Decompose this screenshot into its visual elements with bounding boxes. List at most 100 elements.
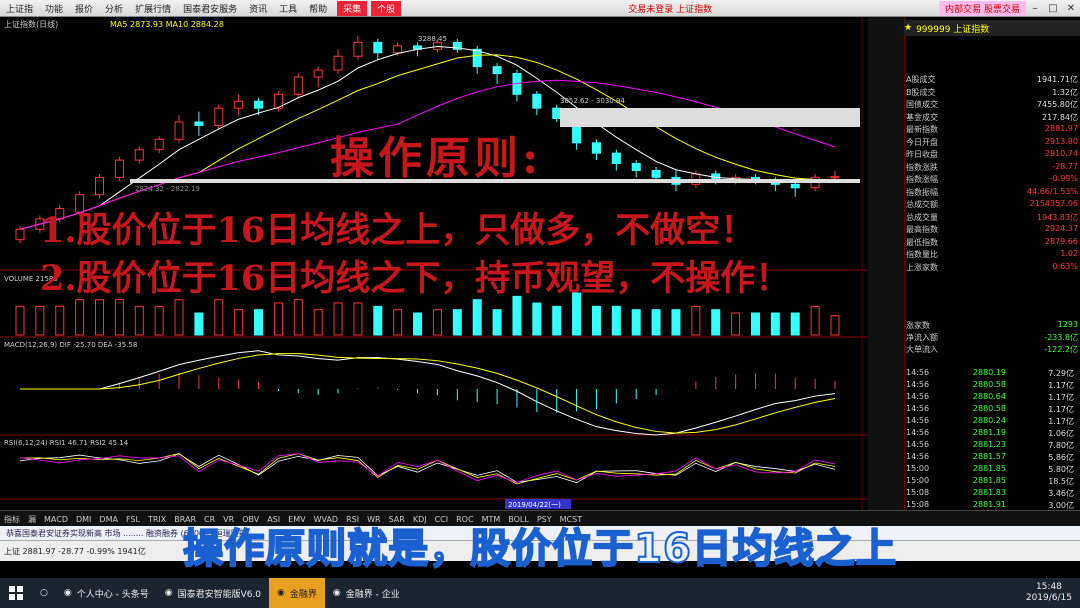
volume-bar bbox=[770, 312, 780, 336]
volume-bar bbox=[790, 312, 800, 336]
quote-row-label: 昨日收盘 bbox=[906, 150, 938, 159]
menu-item-7[interactable]: 工具 bbox=[273, 2, 303, 15]
quote-row-label: 总成交量 bbox=[906, 212, 938, 222]
quote-row-label: 最低指数 bbox=[906, 237, 938, 247]
quote-row-label: 总成交额 bbox=[906, 200, 938, 209]
volume-bar bbox=[174, 299, 184, 336]
maximize-icon[interactable]: □ bbox=[1044, 3, 1062, 14]
tick-time: 15:08 bbox=[906, 488, 930, 497]
windows-icon bbox=[9, 586, 23, 600]
menu-item-6[interactable]: 资讯 bbox=[243, 2, 273, 15]
tick-row: 14:56 2881.57 5.86亿 bbox=[904, 452, 1080, 463]
volume-bar bbox=[75, 299, 85, 336]
candle-body bbox=[393, 45, 403, 54]
tick-price: 2881.83 bbox=[972, 488, 1006, 497]
menu-item-8[interactable]: 帮助 bbox=[303, 2, 333, 15]
tick-price: 2881.57 bbox=[972, 452, 1006, 461]
candle-body bbox=[373, 41, 383, 54]
flow-row-value: -233.8亿 bbox=[1044, 333, 1078, 342]
volume-bar bbox=[591, 305, 601, 336]
indicator-tab[interactable]: 漏 bbox=[24, 514, 40, 525]
low-label: 2824.32 - 2822.19 bbox=[135, 185, 200, 193]
start-button[interactable] bbox=[0, 578, 32, 608]
menu-item-4[interactable]: 扩展行情 bbox=[129, 2, 177, 15]
menu-item-3[interactable]: 分析 bbox=[99, 2, 129, 15]
resistance-band bbox=[560, 108, 860, 127]
tick-time: 14:56 bbox=[906, 428, 930, 437]
menu-item-0[interactable]: 上证指 bbox=[0, 2, 39, 15]
taskbar-clock[interactable]: 15:48 2019/6/15 bbox=[1018, 582, 1080, 604]
tick-price: 2880.58 bbox=[972, 404, 1006, 413]
menu-item-1[interactable]: 功能 bbox=[39, 2, 69, 15]
quote-row: 基金成交 217.84亿 bbox=[904, 112, 1080, 123]
tick-time: 14:56 bbox=[906, 404, 930, 413]
search-icon: ○ bbox=[40, 588, 48, 598]
volume-bar bbox=[631, 309, 641, 336]
quote-row-label: A股成交 bbox=[906, 75, 936, 84]
taskbar-search[interactable]: ○ bbox=[32, 578, 56, 608]
indicator-tab[interactable]: DMI bbox=[72, 515, 95, 524]
tab-stock[interactable]: 个股 bbox=[371, 0, 402, 16]
flow-row: 涨家数 1293 bbox=[904, 320, 1080, 331]
minimize-icon[interactable]: – bbox=[1026, 3, 1044, 14]
rsi-label: RSI(6,12,24) RSI1 46.71 RSI2 45.14 bbox=[4, 439, 129, 447]
quote-row-value: 7455.80亿 bbox=[1036, 100, 1078, 109]
tick-row: 15:00 2881.85 18.5亿 bbox=[904, 476, 1080, 487]
quote-row-label: 最新指数 bbox=[906, 125, 938, 134]
quote-row: 今日开盘 2913.80 bbox=[904, 137, 1080, 148]
tick-row: 15:08 2881.83 3.46亿 bbox=[904, 488, 1080, 499]
candle-body bbox=[15, 228, 25, 241]
taskbar-item-1[interactable]: ◉ 国泰君安智能版V6.0 bbox=[157, 578, 269, 608]
clock-date: 2019/6/15 bbox=[1025, 593, 1072, 603]
candle-body bbox=[313, 69, 323, 78]
indicator-tab[interactable]: 指标 bbox=[0, 514, 24, 525]
volume-bar bbox=[452, 309, 462, 336]
candle-body bbox=[234, 100, 244, 109]
volume-bar bbox=[750, 312, 760, 336]
volume-bar bbox=[333, 302, 343, 336]
quote-row-value: 2881.97 bbox=[1044, 124, 1078, 133]
browser-icon: ◉ bbox=[63, 588, 72, 598]
volume-bar bbox=[611, 305, 621, 336]
trade-link[interactable]: 内部交易 股票交易 bbox=[939, 0, 1026, 16]
tick-time: 14:56 bbox=[906, 392, 930, 401]
indicator-tab[interactable]: MACD bbox=[40, 515, 72, 524]
taskbar-item-3[interactable]: ◉ 金融界 - 企业 bbox=[325, 578, 408, 608]
quote-row-label: 指数涨幅 bbox=[906, 175, 938, 184]
volume-bar bbox=[373, 305, 383, 336]
tick-time: 14:56 bbox=[906, 452, 930, 461]
tick-row: 15:00 2881.85 5.80亿 bbox=[904, 464, 1080, 475]
quote-row-label: 国债成交 bbox=[906, 100, 938, 109]
quote-row: 国债成交 7455.80亿 bbox=[904, 99, 1080, 110]
tick-price: 2880.19 bbox=[972, 368, 1006, 377]
menu-item-5[interactable]: 国泰君安服务 bbox=[177, 2, 243, 15]
date-tag: 2019/04/22(一) bbox=[508, 501, 561, 509]
volume-bar bbox=[114, 299, 124, 336]
volume-bar bbox=[254, 309, 264, 336]
quote-row-value: 1.32亿 bbox=[1052, 87, 1078, 97]
quote-row-value: 1943.83亿 bbox=[1036, 212, 1078, 222]
indicator-tab[interactable]: DMA bbox=[95, 515, 122, 524]
quote-row-value: 2913.80 bbox=[1044, 136, 1078, 146]
quote-row: 最低指数 2879.66 bbox=[904, 237, 1080, 248]
candle-body bbox=[532, 93, 542, 109]
taskbar-item-2[interactable]: ◉ 金融界 bbox=[269, 578, 325, 608]
quote-row: 上涨家数 0.63% bbox=[904, 262, 1080, 273]
menu-item-2[interactable]: 报价 bbox=[69, 2, 99, 15]
quote-row-value: 44.66/1.53% bbox=[1026, 186, 1078, 196]
candle-body bbox=[134, 149, 144, 161]
candle-body bbox=[333, 55, 343, 71]
close-icon[interactable]: ✕ bbox=[1062, 3, 1080, 14]
tab-collect[interactable]: 采集 bbox=[337, 0, 368, 16]
taskbar-item-0[interactable]: ◉ 个人中心 - 头条号 bbox=[56, 578, 157, 608]
flow-row-value: -122.2亿 bbox=[1044, 345, 1078, 354]
candle-body bbox=[353, 41, 363, 57]
candle-body bbox=[830, 176, 840, 179]
volume-bar bbox=[552, 305, 562, 336]
quote-row-value: 1.02 bbox=[1060, 249, 1078, 258]
app-icon: ◉ bbox=[332, 588, 341, 598]
tick-time: 14:56 bbox=[906, 416, 930, 425]
volume-bar bbox=[810, 305, 820, 336]
window-title: 交易未登录 上证指数 bbox=[628, 4, 713, 15]
tick-volume: 1.06亿 bbox=[1048, 429, 1074, 438]
